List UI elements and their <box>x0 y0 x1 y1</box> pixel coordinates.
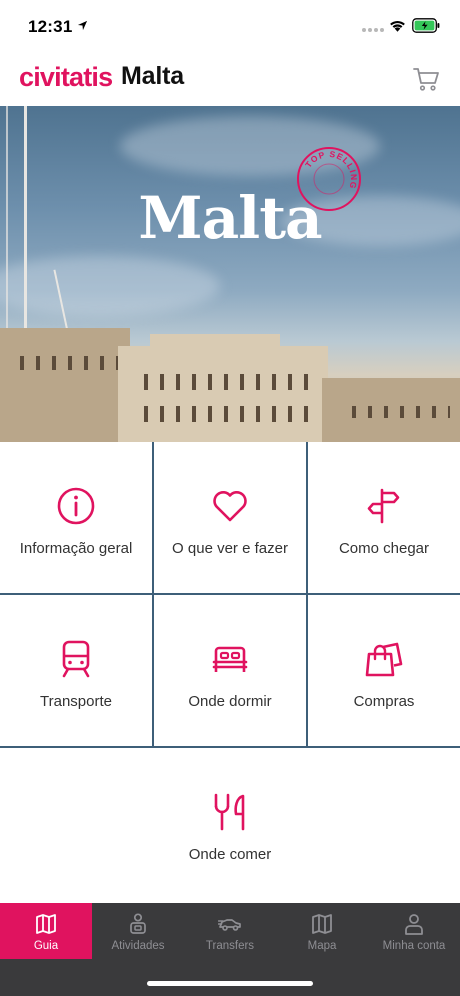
nav-label: Minha conta <box>382 940 446 952</box>
windows <box>340 406 450 418</box>
tile-label: Como chegar <box>338 540 430 557</box>
top-selling-stamp: TOP SELLING <box>297 147 361 211</box>
bottom-nav: Guia Atividades Transfers Mapa Minha con… <box>0 903 460 996</box>
car-icon <box>218 919 241 931</box>
tile-label: Informação geral <box>19 540 133 557</box>
battery-icon <box>412 18 440 33</box>
nav-item-minha-conta[interactable]: Minha conta <box>368 903 460 959</box>
signal-icon <box>362 28 384 32</box>
building <box>118 346 328 442</box>
nav-item-guia[interactable]: Guia <box>0 903 92 959</box>
nav-item-mapa[interactable]: Mapa <box>276 903 368 959</box>
tile-label: Onde comer <box>188 846 272 863</box>
status-time: 12:31 <box>28 17 73 36</box>
page-title: Malta <box>121 62 184 90</box>
info-icon <box>57 487 95 525</box>
tile-label: Onde dormir <box>188 693 272 710</box>
tile-label: Compras <box>353 693 415 710</box>
civitatis-logo[interactable]: civitatis <box>19 62 113 93</box>
app-header: civitatis Malta <box>0 54 460 106</box>
windows <box>132 374 312 390</box>
map-icon <box>36 914 56 934</box>
tile-compras[interactable]: Compras <box>308 595 460 746</box>
tile-como-chegar[interactable]: Como chegar <box>308 442 460 593</box>
wifi-icon <box>390 20 405 32</box>
bed-icon <box>212 646 248 672</box>
signpost-icon <box>367 488 400 524</box>
nav-label: Atividades <box>111 940 165 952</box>
category-grid: Informação geral O que ver e fazer Como … <box>0 442 460 900</box>
shopping-bags-icon <box>365 642 403 677</box>
windows <box>8 356 118 370</box>
building <box>150 334 280 350</box>
tile-transporte[interactable]: Transporte <box>0 595 152 746</box>
tile-label: O que ver e fazer <box>172 540 288 557</box>
person-activity-icon <box>130 913 146 934</box>
location-arrow-icon <box>77 20 88 31</box>
tile-informacao-geral[interactable]: Informação geral <box>0 442 152 593</box>
status-bar: 12:31 <box>0 0 460 54</box>
tile-label: Transporte <box>40 693 112 710</box>
user-icon <box>405 914 423 935</box>
tile-onde-dormir[interactable]: Onde dormir <box>154 595 306 746</box>
map-icon <box>312 914 332 934</box>
nav-label: Transfers <box>205 940 255 952</box>
hero-banner: Malta TOP SELLING <box>0 106 460 442</box>
tile-o-que-ver-e-fazer[interactable]: O que ver e fazer <box>154 442 306 593</box>
cart-icon[interactable] <box>412 66 440 92</box>
svg-text:TOP SELLING: TOP SELLING <box>303 149 359 191</box>
tile-onde-comer[interactable]: Onde comer <box>0 748 460 900</box>
home-indicator[interactable] <box>147 981 313 986</box>
heart-icon <box>213 491 247 522</box>
stamp-text: TOP SELLING <box>303 149 358 191</box>
windows <box>132 406 312 422</box>
nav-item-atividades[interactable]: Atividades <box>92 903 184 959</box>
building <box>0 328 130 442</box>
cloud <box>0 256 220 316</box>
fork-knife-icon <box>214 793 245 831</box>
nav-label: Guia <box>33 940 59 952</box>
nav-label: Mapa <box>307 940 337 952</box>
hero-title: Malta <box>138 184 322 252</box>
nav-item-transfers[interactable]: Transfers <box>184 903 276 959</box>
train-icon <box>62 640 90 678</box>
